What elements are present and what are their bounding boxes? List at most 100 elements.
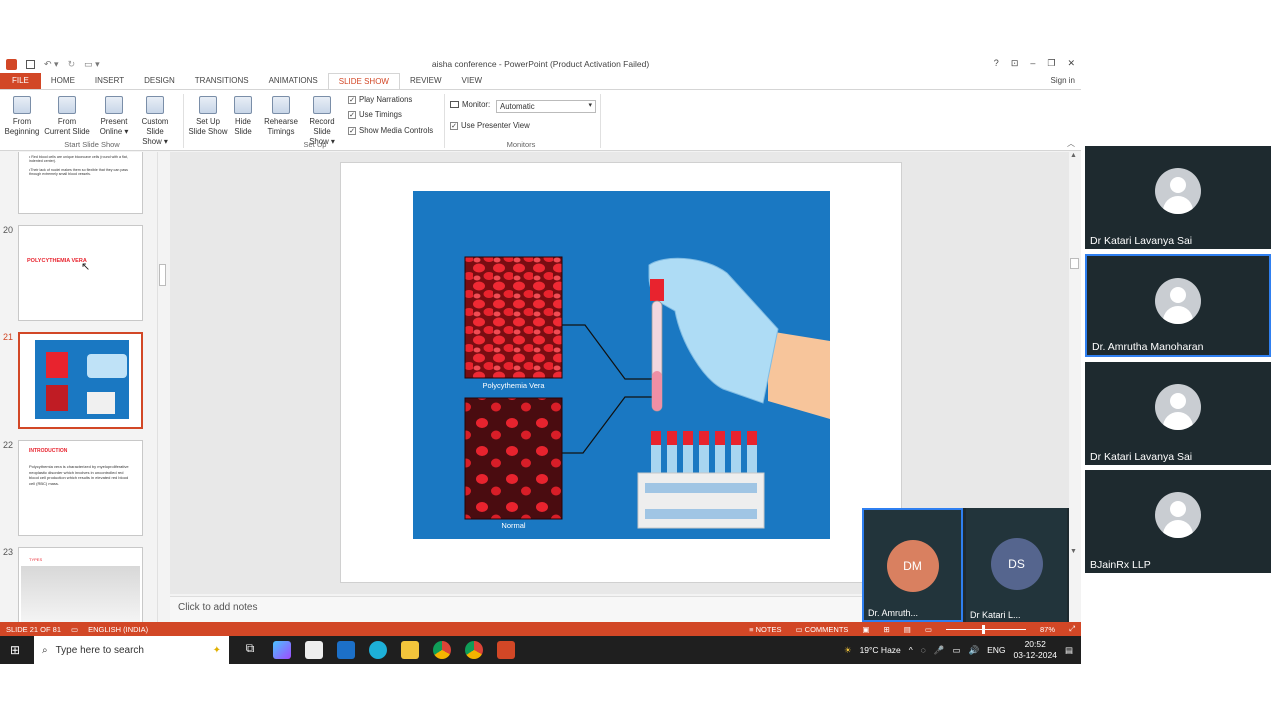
scrollbar-thumb[interactable] — [1070, 258, 1079, 269]
checkbox-checked-icon: ✓ — [348, 110, 356, 119]
restore-icon[interactable]: ❐ — [1047, 58, 1055, 69]
task-view-icon[interactable]: ⧉ — [241, 641, 259, 659]
spellcheck-icon[interactable]: ▭ — [71, 625, 78, 634]
show-media-controls-checkbox[interactable]: ✓ Show Media Controls — [348, 126, 433, 135]
slide-thumbnail-21[interactable] — [18, 332, 143, 429]
monitor-select[interactable]: Automatic ▾ — [496, 100, 596, 113]
close-icon[interactable]: ✕ — [1067, 58, 1075, 69]
help-icon[interactable]: ? — [994, 58, 999, 69]
clock[interactable]: 20:52 03-12-2024 — [1013, 639, 1056, 661]
tab-view[interactable]: VIEW — [452, 73, 492, 89]
present-online-button[interactable]: Present Online ▾ — [96, 96, 132, 137]
participant-tile[interactable]: Dr. Amrutha Manoharan — [1085, 254, 1271, 357]
editor-scrollbar[interactable]: ▲ ▼ — [1069, 152, 1081, 622]
slide-thumbnail-22[interactable]: INTRODUCTION Polycythemia vera is charac… — [18, 440, 143, 536]
redo-icon[interactable]: ↻ — [68, 59, 76, 70]
edge-icon[interactable] — [369, 641, 387, 659]
thumbnail-image — [21, 566, 140, 622]
setup-icon — [199, 96, 217, 114]
undo-icon[interactable]: ↶ ▾ — [44, 59, 59, 70]
from-current-slide-button[interactable]: From Current Slide — [44, 96, 90, 137]
normal-view-icon[interactable]: ▣ — [862, 625, 869, 634]
windows-start-icon[interactable]: ⊞ — [10, 643, 20, 657]
checkbox-checked-icon: ✓ — [348, 95, 356, 104]
store-icon[interactable] — [305, 641, 323, 659]
copilot-icon[interactable] — [273, 641, 291, 659]
taskbar-apps: ⧉ — [241, 641, 515, 659]
tab-home[interactable]: HOME — [41, 73, 85, 89]
checkbox-checked-icon: ✓ — [348, 126, 356, 135]
taskbar-search[interactable]: ⌕ Type here to search ✦ — [34, 636, 229, 664]
custom-show-icon — [146, 96, 164, 114]
system-tray: ☀ 19°C Haze ^ ◌ 🎤 ▭ 🔊 ENG 20:52 03-12-20… — [844, 636, 1073, 664]
thumbnails-scrollbar[interactable] — [157, 152, 167, 622]
volume-icon[interactable]: 🔊 — [968, 645, 979, 656]
slide-illustration: Polycythemia Vera Normal — [413, 191, 830, 539]
tab-file[interactable]: FILE — [0, 73, 41, 89]
zoom-slider-thumb[interactable] — [981, 624, 985, 634]
tab-slide-show[interactable]: SLIDE SHOW — [327, 73, 400, 89]
battery-icon[interactable]: ▭ — [952, 645, 960, 656]
scrollbar-thumb[interactable] — [159, 264, 166, 286]
scroll-up-icon[interactable]: ▲ — [1070, 152, 1077, 159]
tab-transitions[interactable]: TRANSITIONS — [185, 73, 259, 89]
polycythemia-cells-panel — [464, 256, 563, 379]
chrome-icon[interactable] — [433, 641, 451, 659]
rehearse-timings-button[interactable]: Rehearse Timings — [262, 96, 300, 137]
zoom-level[interactable]: 87% — [1040, 625, 1055, 634]
hide-slide-button[interactable]: Hide Slide — [230, 96, 256, 137]
sign-in-link[interactable]: Sign in — [1051, 76, 1075, 85]
set-up-slide-show-button[interactable]: Set Up Slide Show — [188, 96, 228, 137]
use-timings-checkbox[interactable]: ✓ Use Timings — [348, 110, 402, 119]
slide-thumbnail-23[interactable]: TYPES — [18, 547, 143, 622]
weather-text[interactable]: 19°C Haze — [860, 645, 901, 655]
comments-button[interactable]: ▭ COMMENTS — [795, 625, 848, 634]
tab-design[interactable]: DESIGN — [134, 73, 185, 89]
from-beginning-button[interactable]: From Beginning — [4, 96, 40, 137]
fit-to-window-icon[interactable]: ⤢ — [1069, 624, 1075, 634]
slideshow-start-icon — [13, 96, 31, 114]
participant-name: Dr. Amruth... — [868, 608, 919, 618]
mail-icon[interactable] — [337, 641, 355, 659]
use-presenter-view-checkbox[interactable]: ✓ Use Presenter View — [450, 121, 530, 130]
chevron-up-icon[interactable]: ^ — [909, 645, 913, 655]
weather-icon: ☀ — [843, 644, 852, 655]
save-icon[interactable] — [26, 60, 35, 69]
notifications-icon[interactable]: ▤ — [1065, 645, 1073, 656]
play-narrations-checkbox[interactable]: ✓ Play Narrations — [348, 95, 412, 104]
collapse-ribbon-icon[interactable]: ︿ — [1067, 138, 1075, 149]
participant-tile[interactable]: Dr Katari Lavanya Sai — [1085, 362, 1271, 465]
notes-button[interactable]: ≡ NOTES — [749, 625, 781, 634]
tab-animations[interactable]: ANIMATIONS — [259, 73, 328, 89]
scroll-down-icon[interactable]: ▼ — [1070, 548, 1077, 555]
zoom-slider[interactable] — [945, 624, 1026, 634]
slide-sorter-icon[interactable]: ⊞ — [884, 625, 890, 634]
window-title: aisha conference - PowerPoint (Product A… — [431, 59, 650, 69]
tab-insert[interactable]: INSERT — [85, 73, 134, 89]
slide-thumbnail-20[interactable]: POLYCYTHEMIA VERA ↖ — [18, 225, 143, 321]
chrome-profile-icon[interactable] — [465, 641, 483, 659]
language-indicator[interactable]: ENGLISH (INDIA) — [88, 625, 148, 634]
mini-video-overlay: DM Dr. Amruth... DS Dr Katari L... — [862, 508, 1069, 622]
ribbon-display-icon[interactable]: ⊡ — [1011, 58, 1019, 69]
normal-cells-panel — [464, 397, 563, 520]
slide-canvas[interactable]: Polycythemia Vera Normal — [340, 162, 902, 583]
mini-participant-tile[interactable]: DM Dr. Amruth... — [862, 508, 963, 622]
microphone-icon[interactable]: 🎤 — [934, 645, 945, 656]
network-icon[interactable]: ◌ — [921, 645, 926, 655]
tab-review[interactable]: REVIEW — [400, 73, 452, 89]
powerpoint-taskbar-icon[interactable] — [497, 641, 515, 659]
initials-avatar: DS — [990, 538, 1043, 590]
presentation-icon[interactable]: ▭ ▾ — [84, 59, 100, 70]
timer-icon — [272, 96, 290, 114]
slide-thumbnail-19[interactable]: • Red blood cells are unique biconcave c… — [18, 152, 143, 214]
checkbox-checked-icon: ✓ — [450, 121, 458, 130]
slide-show-view-icon[interactable]: ▭ — [925, 625, 932, 634]
file-explorer-icon[interactable] — [401, 641, 419, 659]
participant-tile[interactable]: BJainRx LLP — [1085, 470, 1271, 573]
reading-view-icon[interactable]: ▤ — [904, 625, 911, 634]
minimize-icon[interactable]: – — [1030, 58, 1035, 69]
mini-participant-tile[interactable]: DS Dr Katari L... — [966, 508, 1067, 622]
participant-tile[interactable]: Dr Katari Lavanya Sai — [1085, 146, 1271, 249]
input-language[interactable]: ENG — [987, 645, 1005, 655]
